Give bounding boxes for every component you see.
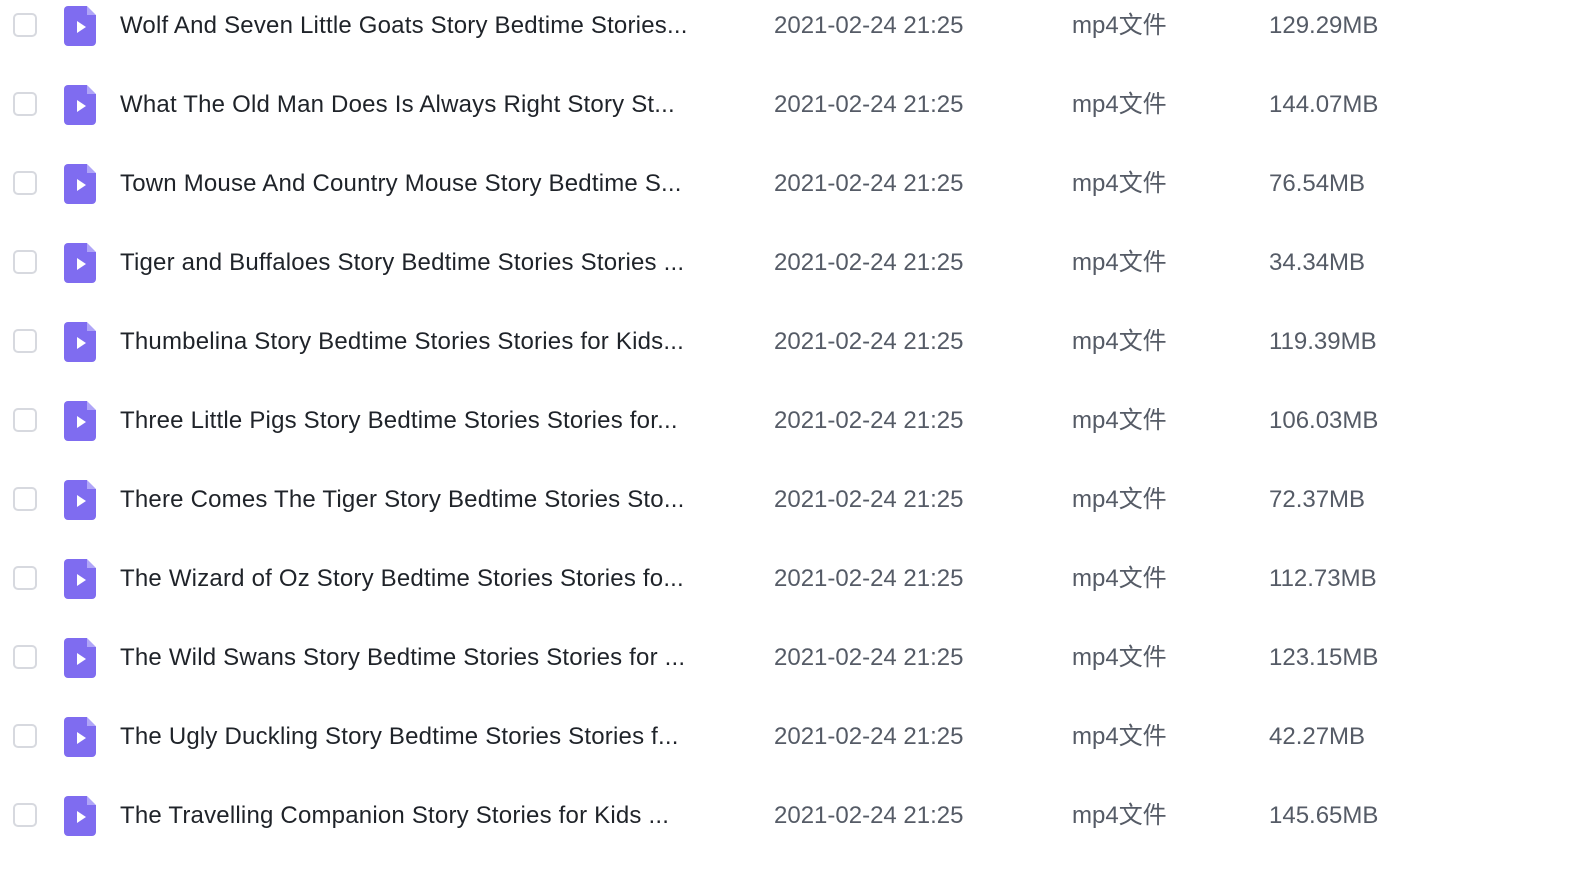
file-select-checkbox[interactable] — [13, 250, 37, 274]
file-name[interactable]: Wolf And Seven Little Goats Story Bedtim… — [120, 10, 745, 42]
video-file-icon — [64, 243, 96, 283]
video-file-icon — [64, 85, 96, 125]
file-type: mp4文件 — [1072, 328, 1167, 355]
file-name[interactable]: The Wizard of Oz Story Bedtime Stories S… — [120, 563, 745, 595]
file-date: 2021-02-24 21:25 — [774, 723, 964, 750]
file-row[interactable]: Three Little Pigs Story Bedtime Stories … — [0, 396, 1585, 475]
file-size: 123.15MB — [1269, 644, 1379, 671]
video-file-icon — [64, 322, 96, 362]
file-name[interactable]: The Travelling Companion Story Stories f… — [120, 800, 745, 832]
file-type: mp4文件 — [1072, 170, 1167, 197]
video-file-icon — [64, 6, 96, 46]
file-type: mp4文件 — [1072, 91, 1167, 118]
file-type: mp4文件 — [1072, 565, 1167, 592]
file-row[interactable]: The Wild Swans Story Bedtime Stories Sto… — [0, 633, 1585, 712]
file-date: 2021-02-24 21:25 — [774, 91, 964, 118]
file-row[interactable]: The Ugly Duckling Story Bedtime Stories … — [0, 712, 1585, 791]
file-row[interactable]: Thumbelina Story Bedtime Stories Stories… — [0, 317, 1585, 396]
file-type: mp4文件 — [1072, 249, 1167, 276]
file-select-checkbox[interactable] — [13, 645, 37, 669]
file-date: 2021-02-24 21:25 — [774, 12, 964, 39]
video-file-icon — [64, 717, 96, 757]
file-date: 2021-02-24 21:25 — [774, 486, 964, 513]
file-select-checkbox[interactable] — [13, 408, 37, 432]
file-name[interactable]: Three Little Pigs Story Bedtime Stories … — [120, 405, 745, 437]
file-size: 112.73MB — [1269, 565, 1377, 592]
file-size: 72.37MB — [1269, 486, 1366, 513]
file-type: mp4文件 — [1072, 723, 1167, 750]
file-select-checkbox[interactable] — [13, 724, 37, 748]
file-row[interactable]: The Travelling Companion Story Stories f… — [0, 791, 1585, 870]
file-date: 2021-02-24 21:25 — [774, 802, 964, 829]
file-row[interactable]: Tiger and Buffaloes Story Bedtime Storie… — [0, 238, 1585, 317]
file-row[interactable]: What The Old Man Does Is Always Right St… — [0, 80, 1585, 159]
file-name[interactable]: The Ugly Duckling Story Bedtime Stories … — [120, 721, 745, 753]
file-date: 2021-02-24 21:25 — [774, 565, 964, 592]
file-size: 34.34MB — [1269, 249, 1366, 276]
file-date: 2021-02-24 21:25 — [774, 170, 964, 197]
video-file-icon — [64, 480, 96, 520]
file-size: 144.07MB — [1269, 91, 1379, 118]
file-type: mp4文件 — [1072, 644, 1167, 671]
file-list: Wolf And Seven Little Goats Story Bedtim… — [0, 0, 1585, 856]
file-select-checkbox[interactable] — [13, 92, 37, 116]
file-name[interactable]: What The Old Man Does Is Always Right St… — [120, 89, 745, 121]
file-type: mp4文件 — [1072, 407, 1167, 434]
video-file-icon — [64, 796, 96, 836]
file-select-checkbox[interactable] — [13, 803, 37, 827]
video-file-icon — [64, 164, 96, 204]
file-row[interactable]: There Comes The Tiger Story Bedtime Stor… — [0, 475, 1585, 554]
file-type: mp4文件 — [1072, 486, 1167, 513]
file-name[interactable]: Tiger and Buffaloes Story Bedtime Storie… — [120, 247, 745, 279]
file-size: 145.65MB — [1269, 802, 1379, 829]
video-file-icon — [64, 559, 96, 599]
file-size: 42.27MB — [1269, 723, 1366, 750]
file-date: 2021-02-24 21:25 — [774, 249, 964, 276]
file-select-checkbox[interactable] — [13, 171, 37, 195]
file-name[interactable]: Thumbelina Story Bedtime Stories Stories… — [120, 326, 745, 358]
file-type: mp4文件 — [1072, 12, 1167, 39]
file-date: 2021-02-24 21:25 — [774, 644, 964, 671]
file-row[interactable]: Town Mouse And Country Mouse Story Bedti… — [0, 159, 1585, 238]
file-name[interactable]: Town Mouse And Country Mouse Story Bedti… — [120, 168, 745, 200]
video-file-icon — [64, 638, 96, 678]
file-row[interactable]: The Wizard of Oz Story Bedtime Stories S… — [0, 554, 1585, 633]
file-select-checkbox[interactable] — [13, 566, 37, 590]
file-size: 76.54MB — [1269, 170, 1366, 197]
file-select-checkbox[interactable] — [13, 13, 37, 37]
file-select-checkbox[interactable] — [13, 329, 37, 353]
file-date: 2021-02-24 21:25 — [774, 328, 964, 355]
file-size: 106.03MB — [1269, 407, 1379, 434]
file-size: 119.39MB — [1269, 328, 1377, 355]
file-select-checkbox[interactable] — [13, 487, 37, 511]
video-file-icon — [64, 401, 96, 441]
file-type: mp4文件 — [1072, 802, 1167, 829]
file-name[interactable]: The Wild Swans Story Bedtime Stories Sto… — [120, 642, 745, 674]
file-row[interactable]: Wolf And Seven Little Goats Story Bedtim… — [0, 1, 1585, 80]
file-name[interactable]: There Comes The Tiger Story Bedtime Stor… — [120, 484, 745, 516]
file-date: 2021-02-24 21:25 — [774, 407, 964, 434]
file-size: 129.29MB — [1269, 12, 1379, 39]
